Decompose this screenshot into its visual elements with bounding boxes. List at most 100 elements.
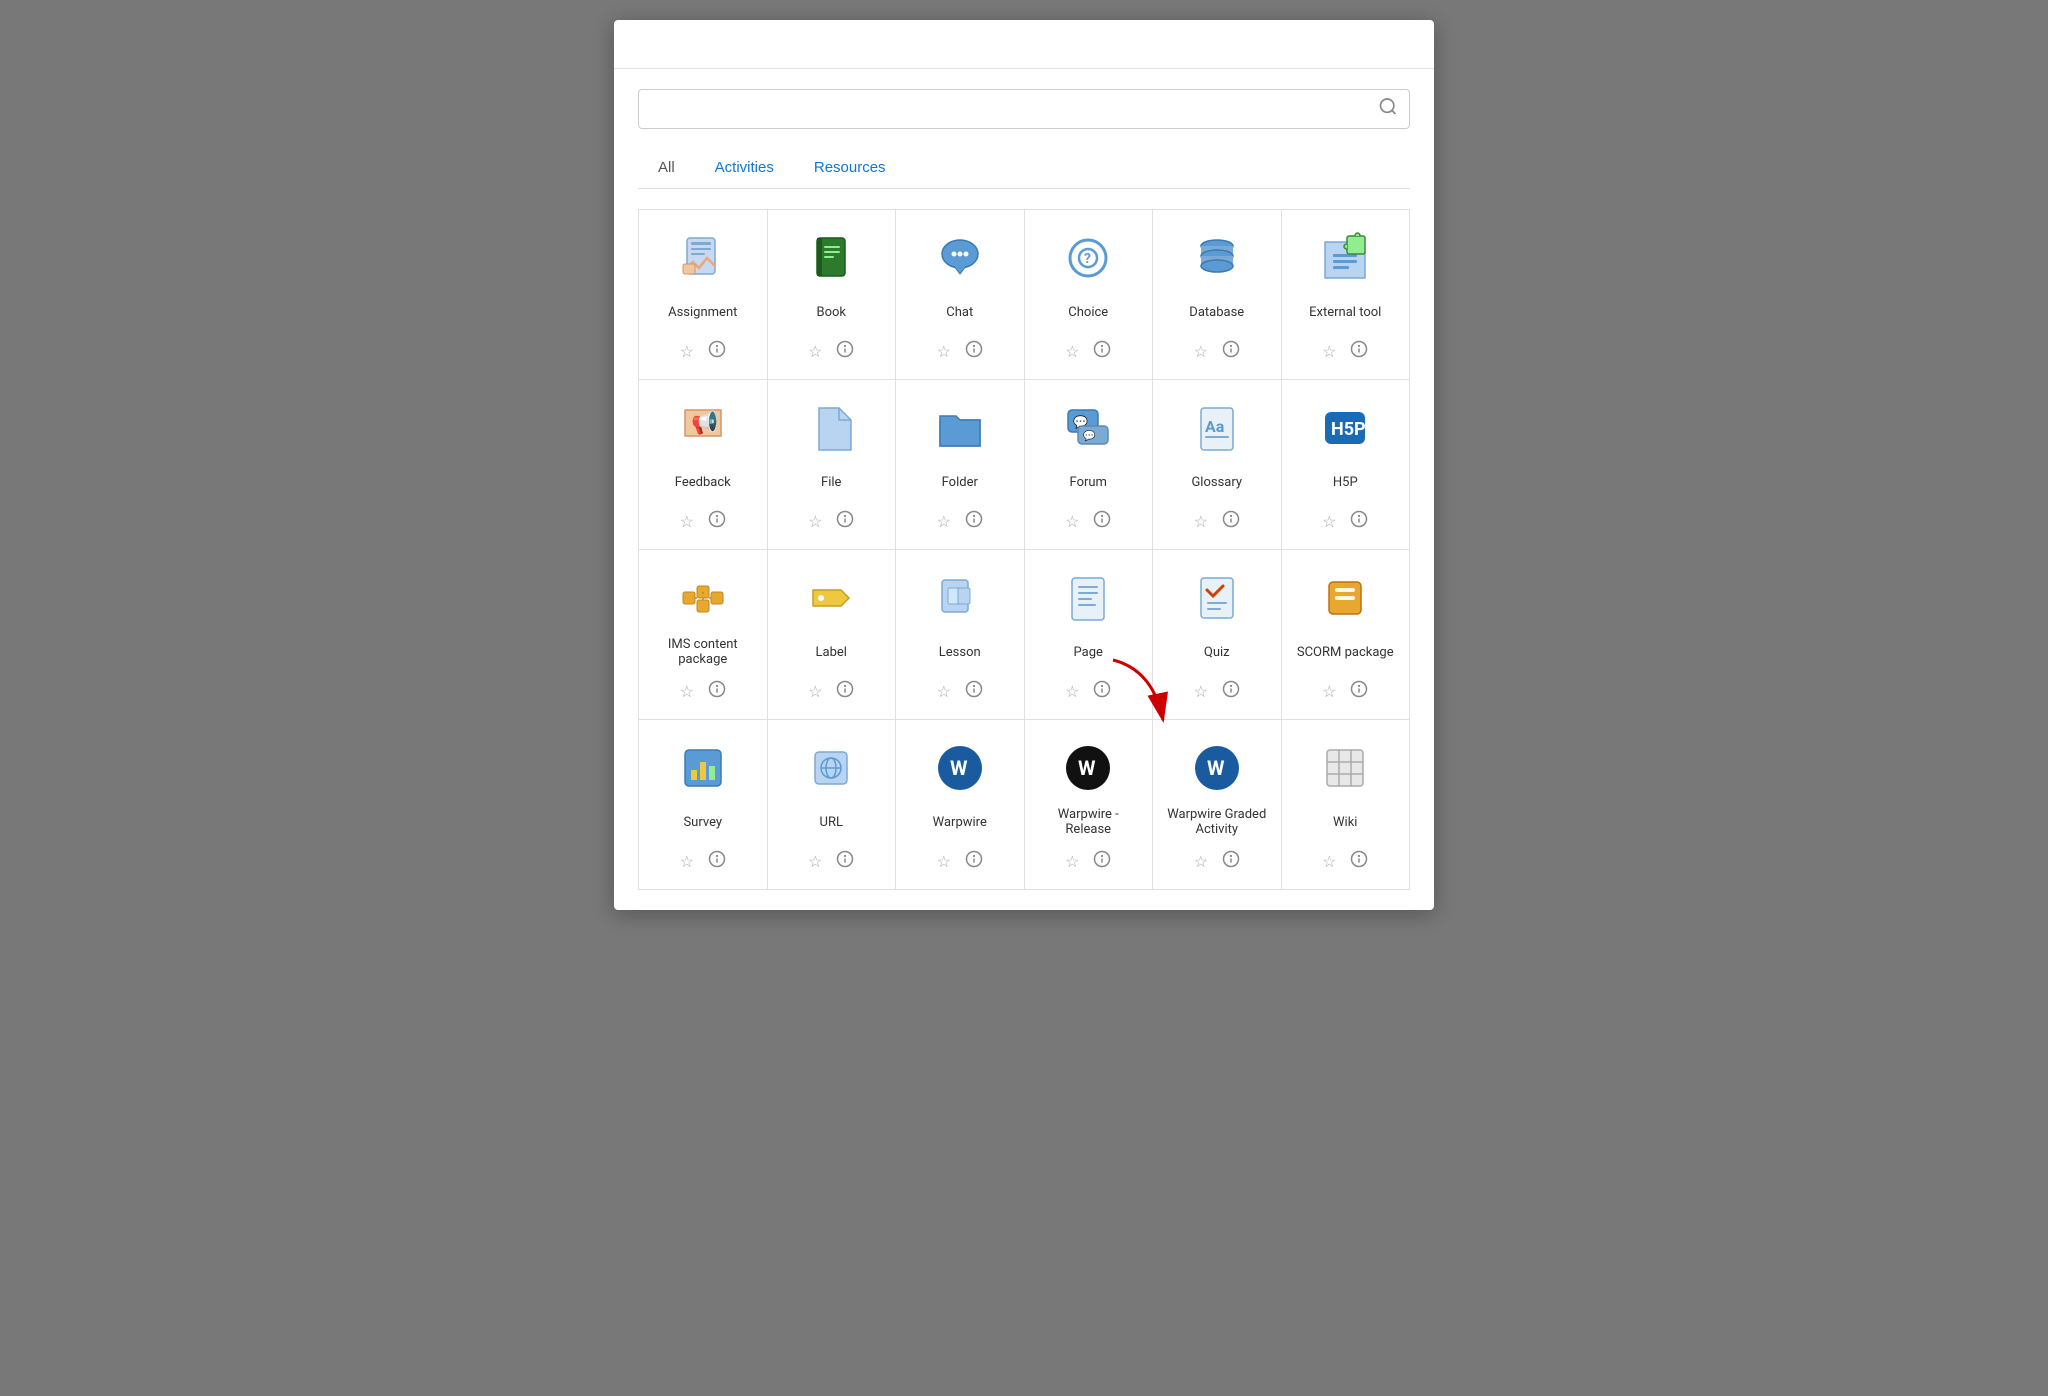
scorm-star-button[interactable]: ☆ — [1320, 680, 1338, 704]
activity-item-external_tool[interactable]: External tool☆ — [1282, 210, 1410, 379]
activity-item-database[interactable]: Database☆ — [1153, 210, 1281, 379]
scorm-info-button[interactable] — [1348, 678, 1370, 705]
activity-item-warpwire_graded[interactable]: W Warpwire Graded Activity☆ — [1153, 720, 1281, 889]
wiki-star-button[interactable]: ☆ — [1320, 850, 1338, 874]
h5p-info-button[interactable] — [1348, 508, 1370, 535]
database-info-button[interactable] — [1220, 338, 1242, 365]
h5p-star-button[interactable]: ☆ — [1320, 510, 1338, 534]
ims-info-button[interactable] — [706, 678, 728, 705]
svg-text:💬: 💬 — [1083, 429, 1096, 442]
warpwire_graded-star-button[interactable]: ☆ — [1192, 850, 1210, 874]
activity-item-warpwire[interactable]: W Warpwire☆ — [896, 720, 1024, 889]
lesson-star-button[interactable]: ☆ — [935, 680, 953, 704]
page-star-button[interactable]: ☆ — [1063, 680, 1081, 704]
activity-item-ims[interactable]: IMS content package☆ — [639, 550, 767, 719]
assignment-info-button[interactable] — [706, 338, 728, 365]
search-container — [638, 89, 1410, 129]
folder-icon — [932, 400, 988, 456]
tab-resources[interactable]: Resources — [794, 149, 906, 189]
activity-item-file[interactable]: File☆ — [768, 380, 896, 549]
quiz-info-button[interactable] — [1220, 678, 1242, 705]
tab-activities[interactable]: Activities — [695, 149, 794, 189]
choice-star-button[interactable]: ☆ — [1063, 340, 1081, 364]
chat-star-button[interactable]: ☆ — [935, 340, 953, 364]
book-label: Book — [816, 296, 846, 328]
wiki-info-button[interactable] — [1348, 848, 1370, 875]
search-input[interactable] — [638, 89, 1410, 129]
survey-info-button[interactable] — [706, 848, 728, 875]
activity-item-lesson[interactable]: Lesson☆ — [896, 550, 1024, 719]
scorm-icon — [1317, 570, 1373, 626]
page-icon — [1060, 570, 1116, 626]
activity-item-book[interactable]: Book ☆ — [768, 210, 896, 379]
feedback-actions: ☆ — [678, 508, 728, 535]
url-star-button[interactable]: ☆ — [806, 850, 824, 874]
forum-info-button[interactable] — [1091, 508, 1113, 535]
glossary-star-button[interactable]: ☆ — [1192, 510, 1210, 534]
file-info-button[interactable] — [834, 508, 856, 535]
file-actions: ☆ — [806, 508, 856, 535]
folder-info-button[interactable] — [963, 508, 985, 535]
survey-label: Survey — [683, 806, 722, 838]
ims-actions: ☆ — [678, 678, 728, 705]
activity-item-chat[interactable]: Chat☆ — [896, 210, 1024, 379]
activity-item-warpwire_release[interactable]: W Warpwire - Release ☆ — [1025, 720, 1153, 889]
activity-item-glossary[interactable]: Aa Glossary☆ — [1153, 380, 1281, 549]
svg-text:W: W — [1078, 756, 1096, 780]
forum-star-button[interactable]: ☆ — [1063, 510, 1081, 534]
lesson-info-button[interactable] — [963, 678, 985, 705]
external_tool-icon — [1317, 230, 1373, 286]
file-star-button[interactable]: ☆ — [806, 510, 824, 534]
activity-item-url[interactable]: URL ☆ — [768, 720, 896, 889]
url-label: URL — [820, 806, 843, 838]
choice-info-button[interactable] — [1091, 338, 1113, 365]
modal-overlay[interactable]: All Activities Resources Assignment☆ Boo… — [0, 0, 2048, 1396]
label-star-button[interactable]: ☆ — [806, 680, 824, 704]
database-icon — [1189, 230, 1245, 286]
folder-star-button[interactable]: ☆ — [935, 510, 953, 534]
feedback-star-button[interactable]: ☆ — [678, 510, 696, 534]
warpwire-star-button[interactable]: ☆ — [935, 850, 953, 874]
activity-item-wiki[interactable]: Wiki☆ — [1282, 720, 1410, 889]
label-info-button[interactable] — [834, 678, 856, 705]
url-info-button[interactable] — [834, 848, 856, 875]
activity-item-assignment[interactable]: Assignment☆ — [639, 210, 767, 379]
survey-icon — [675, 740, 731, 796]
external_tool-info-button[interactable] — [1348, 338, 1370, 365]
glossary-info-button[interactable] — [1220, 508, 1242, 535]
activity-item-feedback[interactable]: 📢 Feedback☆ — [639, 380, 767, 549]
close-button[interactable] — [1394, 40, 1410, 48]
external_tool-star-button[interactable]: ☆ — [1320, 340, 1338, 364]
database-star-button[interactable]: ☆ — [1192, 340, 1210, 364]
svg-text:W: W — [1207, 756, 1225, 780]
warpwire-info-button[interactable] — [963, 848, 985, 875]
book-info-button[interactable] — [834, 338, 856, 365]
activity-item-label[interactable]: Label ☆ — [768, 550, 896, 719]
activity-item-h5p[interactable]: H5P H5P☆ — [1282, 380, 1410, 549]
tab-all[interactable]: All — [638, 149, 695, 189]
warpwire_release-actions: ☆ — [1063, 848, 1113, 875]
book-star-button[interactable]: ☆ — [806, 340, 824, 364]
activity-item-page[interactable]: Page☆ — [1025, 550, 1153, 719]
choice-label: Choice — [1068, 296, 1108, 328]
ims-star-button[interactable]: ☆ — [678, 680, 696, 704]
assignment-star-button[interactable]: ☆ — [678, 340, 696, 364]
quiz-star-button[interactable]: ☆ — [1192, 680, 1210, 704]
activity-item-folder[interactable]: Folder☆ — [896, 380, 1024, 549]
activity-item-survey[interactable]: Survey ☆ — [639, 720, 767, 889]
warpwire_release-info-button[interactable] — [1091, 848, 1113, 875]
activity-item-scorm[interactable]: SCORM package☆ — [1282, 550, 1410, 719]
page-info-button[interactable] — [1091, 678, 1113, 705]
warpwire_release-star-button[interactable]: ☆ — [1063, 850, 1081, 874]
warpwire_graded-info-button[interactable] — [1220, 848, 1242, 875]
warpwire_release-label: Warpwire - Release — [1035, 806, 1143, 838]
search-button[interactable] — [1378, 97, 1398, 122]
survey-star-button[interactable]: ☆ — [678, 850, 696, 874]
feedback-info-button[interactable] — [706, 508, 728, 535]
activity-item-forum[interactable]: 💬 💬 Forum☆ — [1025, 380, 1153, 549]
activity-item-quiz[interactable]: Quiz☆ — [1153, 550, 1281, 719]
svg-text:?: ? — [1084, 251, 1091, 267]
label-label: Label — [816, 636, 847, 668]
chat-info-button[interactable] — [963, 338, 985, 365]
activity-item-choice[interactable]: ? Choice ☆ — [1025, 210, 1153, 379]
